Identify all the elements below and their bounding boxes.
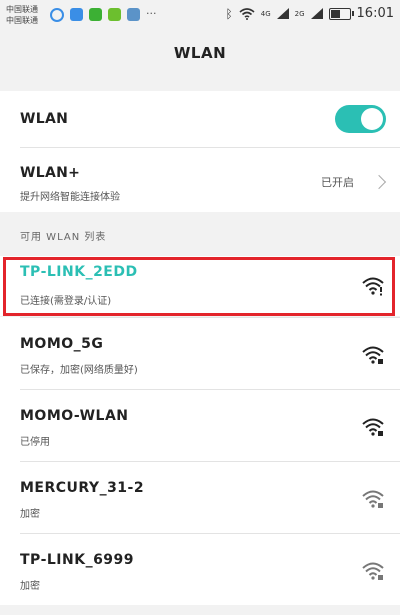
clock: 16:01	[356, 6, 394, 21]
status-bar: 中国联通 中国联通 ··· ᛒ 4G 2G 16:01	[0, 0, 400, 30]
network-status: 加密	[20, 509, 40, 520]
bluetooth-icon: ᛒ	[225, 6, 233, 21]
store-icon	[108, 8, 121, 21]
divider	[20, 461, 400, 462]
carrier-2-label: 中国联通	[6, 16, 38, 25]
toggle-knob	[361, 108, 383, 130]
network-status: 已保存，加密(网络质量好)	[20, 365, 138, 376]
network-row[interactable]: TP-LINK_6999 加密	[0, 533, 400, 605]
app-icon	[70, 8, 83, 21]
wlan-toggle-row[interactable]: WLAN	[0, 91, 400, 147]
wlan-toggle[interactable]	[335, 105, 386, 133]
wlan-settings-card: WLAN WLAN+ 提升网络智能连接体验 已开启	[0, 91, 400, 212]
divider	[20, 389, 400, 390]
wlan-plus-subtitle: 提升网络智能连接体验	[20, 192, 120, 203]
wifi-locked-icon	[362, 418, 384, 436]
wlan-label: WLAN	[20, 111, 69, 127]
network-row[interactable]: MOMO-WLAN 已停用	[0, 389, 400, 461]
wifi-connected-icon	[362, 277, 384, 296]
network-name: MOMO_5G	[20, 336, 104, 352]
gallery-icon	[127, 8, 140, 21]
carrier-1-label: 中国联通	[6, 5, 38, 14]
network-status: 已停用	[20, 437, 50, 448]
wechat-icon	[89, 8, 102, 21]
wifi-locked-icon	[362, 346, 384, 364]
signal-1-icon	[276, 8, 289, 19]
carrier-info: 中国联通 中国联通	[6, 4, 38, 26]
signal-2-icon	[310, 8, 323, 19]
status-right: ᛒ 4G 2G 16:01	[226, 6, 394, 21]
network-name: MOMO-WLAN	[20, 408, 129, 424]
network-name: MERCURY_31-2	[20, 480, 145, 496]
browser-icon	[50, 8, 64, 22]
wlan-plus-row[interactable]: WLAN+ 提升网络智能连接体验 已开启	[0, 148, 400, 212]
wlan-plus-label: WLAN+	[20, 165, 81, 181]
title-bar: WLAN	[0, 30, 400, 76]
wlan-plus-state: 已开启	[321, 176, 354, 189]
divider	[20, 317, 400, 318]
battery-icon	[328, 7, 354, 20]
available-networks-header: 可用 WLAN 列表	[20, 232, 107, 243]
divider	[20, 533, 400, 534]
network-type-1: 4G	[260, 9, 271, 18]
network-name: TP-LINK_6999	[20, 552, 135, 568]
network-row[interactable]: TP-LINK_2EDD 已连接(需登录/认证)	[0, 256, 400, 316]
network-type-2: 2G	[294, 9, 305, 18]
page-title: WLAN	[173, 44, 227, 62]
network-name: TP-LINK_2EDD	[20, 264, 138, 280]
network-row[interactable]: MOMO_5G 已保存，加密(网络质量好)	[0, 317, 400, 389]
notification-icons: ···	[50, 8, 157, 22]
wifi-status-icon	[239, 7, 255, 20]
network-row[interactable]: MERCURY_31-2 加密	[0, 461, 400, 533]
chevron-right-icon	[371, 174, 387, 190]
wifi-locked-icon	[362, 490, 384, 508]
more-icon: ···	[146, 7, 157, 20]
wifi-locked-icon	[362, 562, 384, 580]
battery-level-fill	[330, 9, 340, 18]
network-status: 已连接(需登录/认证)	[20, 296, 112, 307]
network-status: 加密	[20, 581, 40, 592]
